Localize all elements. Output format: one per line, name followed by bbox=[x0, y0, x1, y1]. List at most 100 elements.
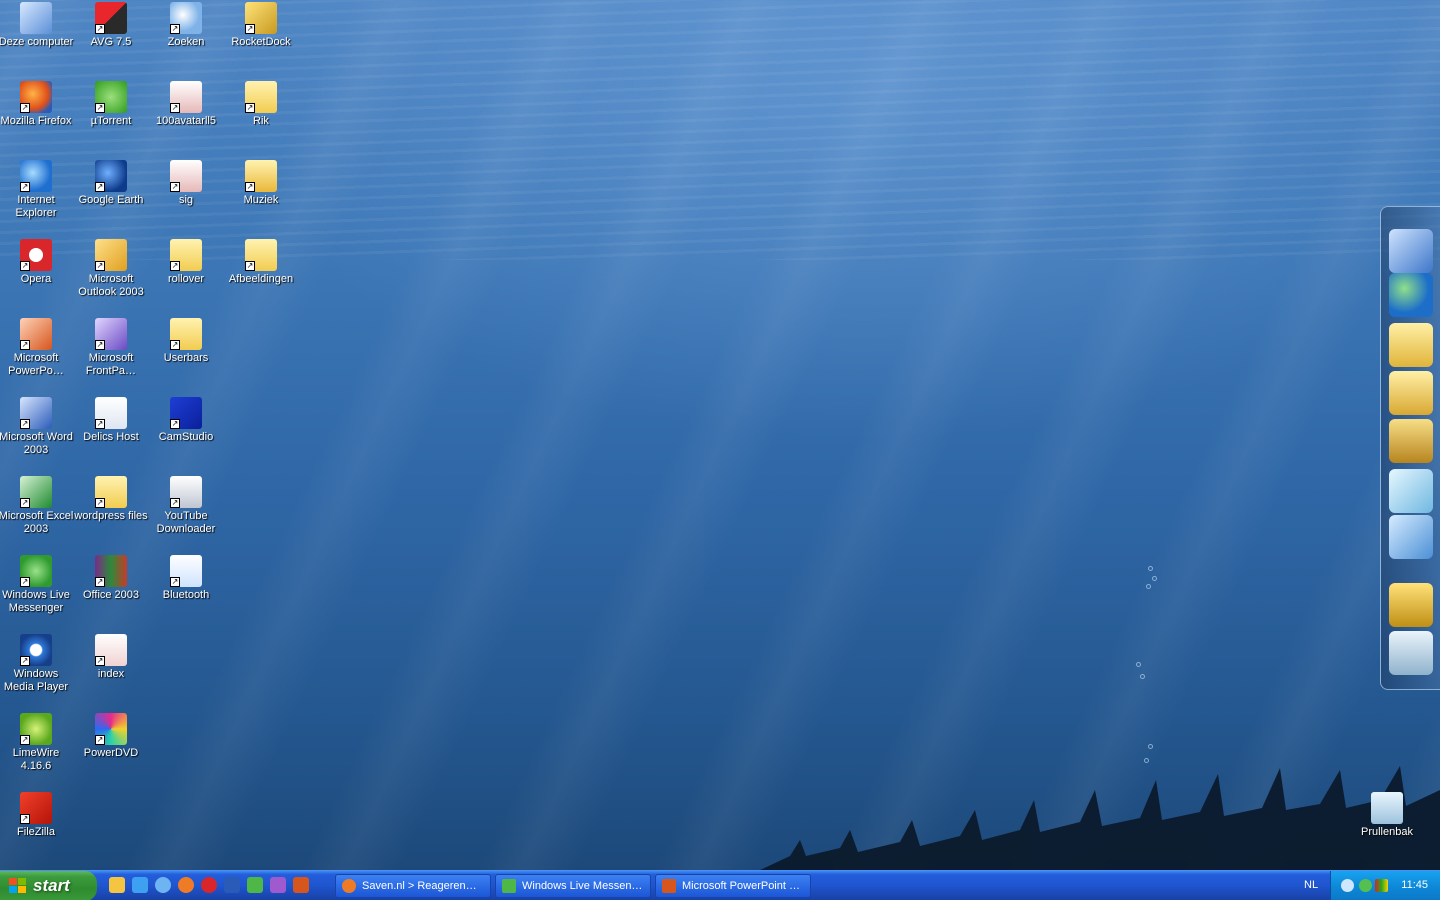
shortcut-arrow-icon: ↗ bbox=[170, 182, 180, 192]
desktop-icon[interactable]: ↗ Muziek bbox=[223, 160, 299, 207]
bubble bbox=[1136, 662, 1141, 667]
shortcut-arrow-icon: ↗ bbox=[170, 419, 180, 429]
task-button-firefox[interactable]: Saven.nl > Reageren… bbox=[335, 874, 491, 898]
desktop-icon[interactable]: ↗ Mozilla Firefox bbox=[0, 81, 74, 128]
frontpage-icon: ↗ bbox=[95, 318, 127, 350]
desktop-icon[interactable]: ↗ µTorrent bbox=[73, 81, 149, 128]
messenger-status-icon[interactable] bbox=[1359, 879, 1372, 892]
shortcut-arrow-icon: ↗ bbox=[20, 182, 30, 192]
shortcut-arrow-icon: ↗ bbox=[95, 577, 105, 587]
dock-folder-icon[interactable] bbox=[1389, 323, 1433, 367]
task-button-powerpoint[interactable]: Microsoft PowerPoint … bbox=[655, 874, 811, 898]
desktop-icon[interactable]: ↗ PowerDVD bbox=[73, 713, 149, 760]
desktop-icon[interactable]: ↗ Microsoft Word 2003 bbox=[0, 397, 74, 457]
firefox-icon[interactable] bbox=[178, 877, 194, 893]
desktop-icon[interactable]: ↗ Rik bbox=[223, 81, 299, 128]
dock-video-folder-icon[interactable] bbox=[1389, 419, 1433, 463]
messenger-icon[interactable] bbox=[247, 877, 263, 893]
desktop-icon-label: Internet Explorer bbox=[15, 194, 57, 219]
dock-network-icon[interactable] bbox=[1389, 273, 1433, 317]
youtube-downloader-icon: ↗ bbox=[170, 476, 202, 508]
desktop-icon[interactable]: ↗ Microsoft Excel 2003 bbox=[0, 476, 74, 536]
desktop-icon[interactable]: Prullenbak bbox=[1349, 792, 1425, 839]
desktop-icon[interactable]: ↗ Windows Media Player bbox=[0, 634, 74, 694]
desktop-icon[interactable]: ↗ YouTube Downloader bbox=[148, 476, 224, 536]
firefox-icon: ↗ bbox=[20, 81, 52, 113]
desktop-icon[interactable]: ↗ Microsoft FrontPa… bbox=[73, 318, 149, 378]
shortcut-arrow-icon: ↗ bbox=[95, 656, 105, 666]
desktop-icon[interactable]: ↗ Opera bbox=[0, 239, 74, 286]
powerdvd-icon: ↗ bbox=[95, 713, 127, 745]
clock-icon[interactable] bbox=[109, 877, 125, 893]
clock[interactable]: 11:45 bbox=[1401, 879, 1428, 891]
desktop-icon[interactable]: ↗ FileZilla bbox=[0, 792, 74, 839]
desktop-icon[interactable]: ↗ Afbeeldingen bbox=[223, 239, 299, 286]
shortcut-arrow-icon: ↗ bbox=[95, 261, 105, 271]
start-button[interactable]: start bbox=[0, 871, 97, 900]
desktop-icon[interactable]: ↗ AVG 7.5 bbox=[73, 2, 149, 49]
opera-icon[interactable] bbox=[201, 877, 217, 893]
bubble bbox=[1144, 758, 1149, 763]
avg-tray-icon[interactable] bbox=[1375, 879, 1388, 892]
media-player-icon[interactable] bbox=[155, 877, 171, 893]
utorrent-icon: ↗ bbox=[95, 81, 127, 113]
desktop-icon[interactable]: ↗ Office 2003 bbox=[73, 555, 149, 602]
desktop-icon-label: Microsoft Outlook 2003 bbox=[78, 273, 144, 298]
folder-icon: ↗ bbox=[170, 239, 202, 271]
shortcut-arrow-icon: ↗ bbox=[20, 498, 30, 508]
dock-notepad-icon[interactable] bbox=[1389, 469, 1433, 513]
ie-icon[interactable] bbox=[132, 877, 148, 893]
desktop-icon[interactable]: ↗ Bluetooth bbox=[148, 555, 224, 602]
back-arrow-icon[interactable] bbox=[1341, 879, 1354, 892]
desktop-icon-label: RocketDock bbox=[231, 36, 291, 48]
desktop-icon[interactable]: ↗ Windows Live Messenger bbox=[0, 555, 74, 615]
task-button-messenger[interactable]: Windows Live Messen… bbox=[495, 874, 651, 898]
taskbar: start Saven.nl > Reageren… Windows Live … bbox=[0, 870, 1440, 900]
word-icon: ↗ bbox=[20, 397, 52, 429]
desktop-icon[interactable]: ↗ Userbars bbox=[148, 318, 224, 365]
desktop-icon[interactable]: ↗ RocketDock bbox=[223, 2, 299, 49]
desktop-icon[interactable]: ↗ Google Earth bbox=[73, 160, 149, 207]
word-icon[interactable] bbox=[224, 877, 240, 893]
dock-trash-icon[interactable] bbox=[1389, 631, 1433, 675]
dock-control-panel-icon[interactable] bbox=[1389, 515, 1433, 559]
desktop-icon-label: Windows Media Player bbox=[3, 668, 69, 693]
avg-icon: ↗ bbox=[95, 2, 127, 34]
desktop-icon[interactable]: ↗ rollover bbox=[148, 239, 224, 286]
desktop-icon[interactable]: ↗ Zoeken bbox=[148, 2, 224, 49]
dock-music-folder-icon[interactable] bbox=[1389, 371, 1433, 415]
desktop-icon-label: Delics Host bbox=[83, 431, 139, 443]
shortcut-arrow-icon: ↗ bbox=[20, 340, 30, 350]
desktop-icon[interactable]: ↗ 100avatarll5 bbox=[148, 81, 224, 128]
outlook-icon: ↗ bbox=[95, 239, 127, 271]
desktop-icon-label: LimeWire 4.16.6 bbox=[12, 747, 60, 772]
desktop-icon[interactable]: ↗ LimeWire 4.16.6 bbox=[0, 713, 74, 773]
desktop-icon[interactable]: ↗ Delics Host bbox=[73, 397, 149, 444]
desktop-icon[interactable]: ↗ Microsoft Outlook 2003 bbox=[73, 239, 149, 299]
camera-icon[interactable] bbox=[270, 877, 286, 893]
rocketdock bbox=[1380, 206, 1440, 690]
desktop-icon[interactable]: ↗ CamStudio bbox=[148, 397, 224, 444]
shortcut-arrow-icon: ↗ bbox=[20, 735, 30, 745]
powerpoint-icon: ↗ bbox=[20, 318, 52, 350]
desktop-icon[interactable]: ↗ Internet Explorer bbox=[0, 160, 74, 220]
desktop-icon[interactable]: ↗ index bbox=[73, 634, 149, 681]
recycle-bin-icon bbox=[1371, 792, 1403, 824]
desktop-icon[interactable]: ↗ wordpress files bbox=[73, 476, 149, 523]
dock-lock-icon[interactable] bbox=[1389, 583, 1433, 627]
desktop-icon[interactable]: ↗ Microsoft PowerPo… bbox=[0, 318, 74, 378]
rocketdock-icon: ↗ bbox=[245, 2, 277, 34]
language-indicator[interactable]: NL bbox=[1304, 879, 1318, 891]
task-label: Saven.nl > Reageren… bbox=[362, 880, 477, 892]
powerpoint-icon[interactable] bbox=[293, 877, 309, 893]
desktop-icon-label: Mozilla Firefox bbox=[0, 115, 72, 127]
dock-computer-icon[interactable] bbox=[1389, 229, 1433, 273]
desktop-icon[interactable]: ↗ sig bbox=[148, 160, 224, 207]
desktop-icon[interactable]: Deze computer bbox=[0, 2, 74, 49]
shortcut-arrow-icon: ↗ bbox=[20, 577, 30, 587]
shortcut-arrow-icon: ↗ bbox=[245, 261, 255, 271]
desktop-icon-label: AVG 7.5 bbox=[90, 36, 132, 48]
desktop-icon-label: Office 2003 bbox=[82, 589, 140, 601]
shortcut-arrow-icon: ↗ bbox=[245, 24, 255, 34]
excel-icon: ↗ bbox=[20, 476, 52, 508]
